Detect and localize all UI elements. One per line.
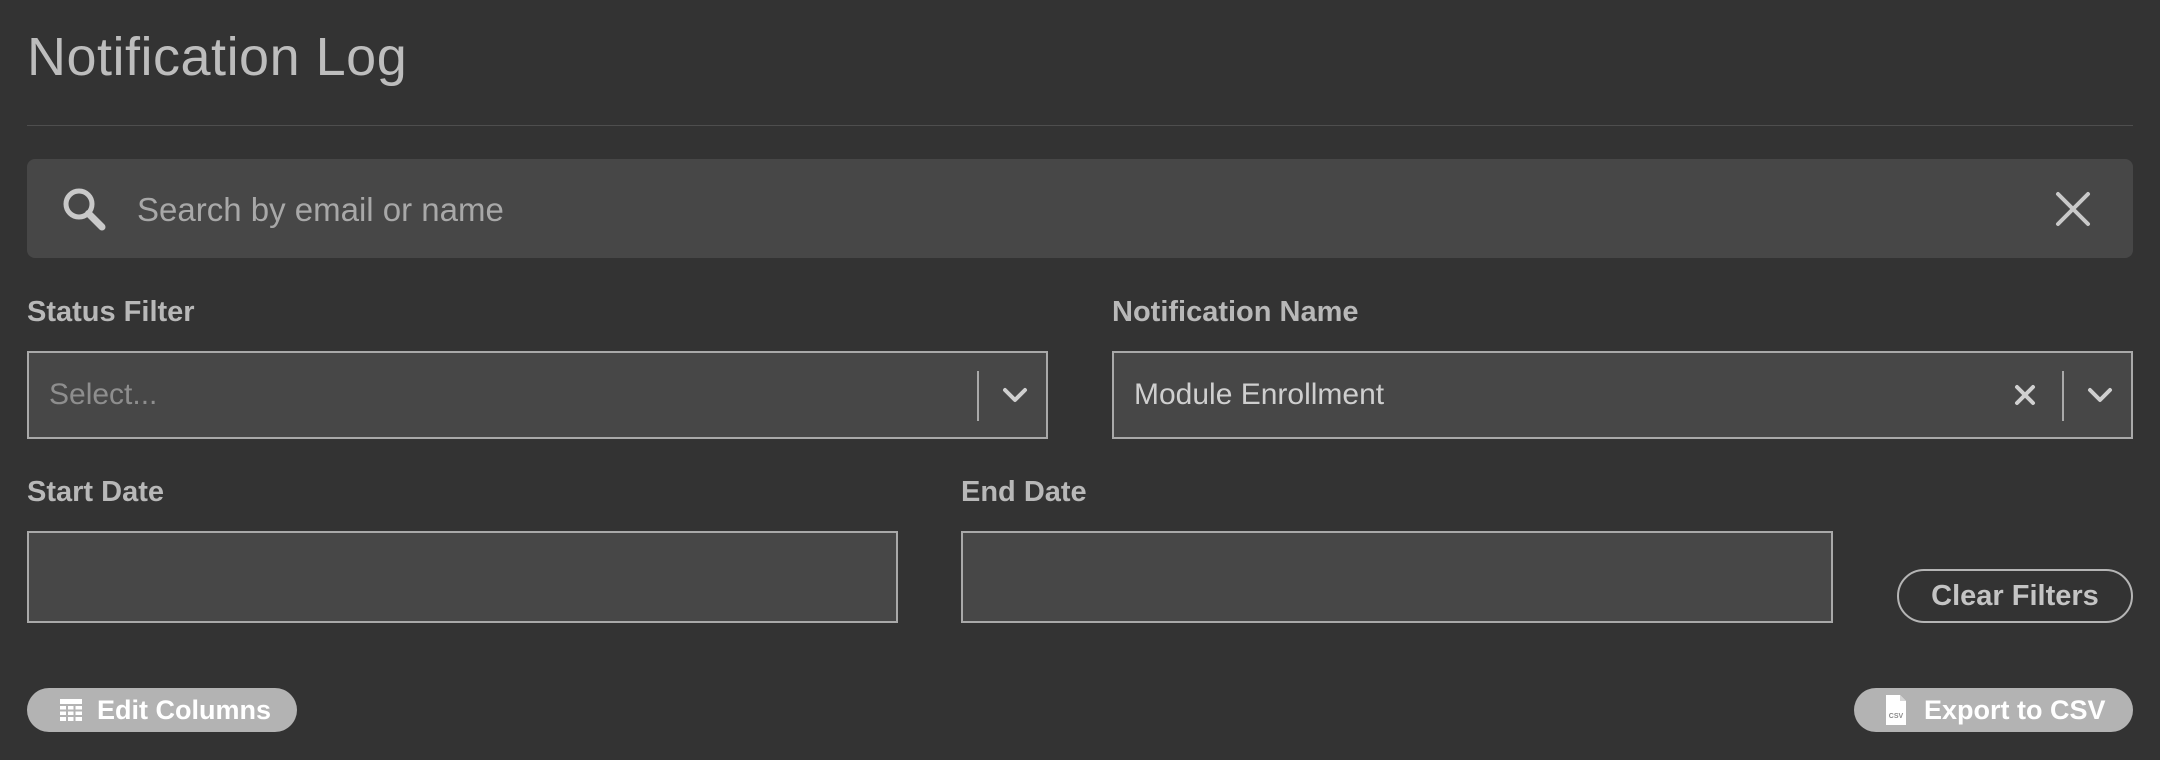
export-csv-label: Export to CSV — [1924, 695, 2106, 725]
csv-file-icon-text: CSV — [1889, 713, 1904, 720]
edit-columns-label: Edit Columns — [97, 695, 271, 725]
notification-name-separator — [2062, 371, 2064, 421]
search-input[interactable] — [135, 179, 2019, 241]
status-filter-placeholder: Select... — [49, 378, 158, 411]
page-title: Notification Log — [27, 27, 408, 87]
edit-columns-button[interactable]: Edit Columns — [27, 688, 297, 732]
notification-name-select[interactable]: Module Enrollment — [1112, 351, 2133, 439]
title-divider — [27, 125, 2133, 126]
search-bar — [27, 159, 2133, 258]
table-grid-icon — [60, 699, 82, 721]
status-filter-separator — [977, 371, 979, 421]
export-csv-button[interactable]: CSV Export to CSV — [1854, 688, 2133, 732]
end-date-input[interactable] — [961, 531, 1833, 623]
start-date-label: Start Date — [27, 476, 164, 508]
search-icon — [63, 188, 106, 231]
clear-filters-button[interactable]: Clear Filters — [1897, 569, 2133, 623]
notification-name-value: Module Enrollment — [1134, 378, 1385, 411]
notification-name-label: Notification Name — [1112, 296, 1359, 328]
end-date-label: End Date — [961, 476, 1087, 508]
chevron-down-icon[interactable] — [1002, 383, 1028, 407]
status-filter-label: Status Filter — [27, 296, 195, 328]
status-filter-select[interactable]: Select... — [27, 351, 1048, 439]
chevron-down-icon[interactable] — [2087, 383, 2113, 407]
start-date-input[interactable] — [27, 531, 898, 623]
csv-file-icon: CSV — [1886, 695, 1906, 725]
notification-log-page: Notification Log Status Filter Select...… — [0, 0, 2160, 760]
clear-search-icon[interactable] — [2053, 189, 2093, 229]
clear-selection-icon[interactable] — [2013, 383, 2037, 407]
